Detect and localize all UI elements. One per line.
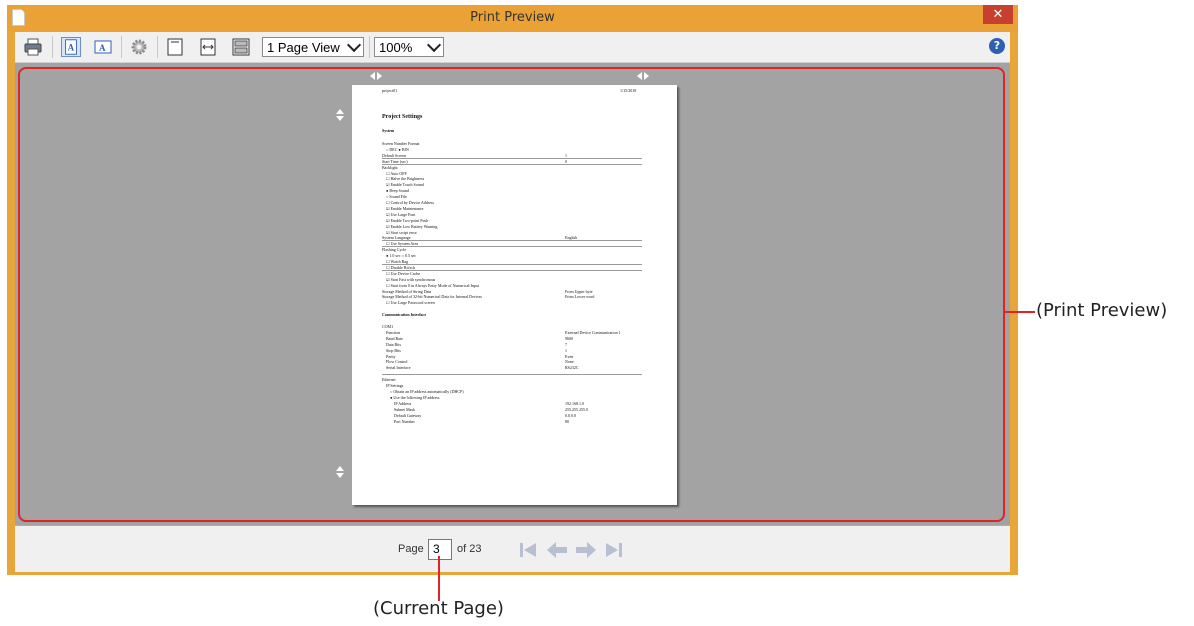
previous-page-icon[interactable]: [545, 540, 569, 560]
zoom-select[interactable]: 100%: [374, 37, 444, 57]
chevron-down-icon: [426, 37, 442, 53]
page-label: Page: [398, 543, 424, 555]
page-leader-line: [438, 556, 440, 601]
settings-icon[interactable]: [129, 37, 149, 57]
toolbar: A A 1 Page View 100% ?: [15, 32, 1010, 63]
preview-leader-line: [1005, 311, 1035, 313]
view-select-value: 1 Page View: [267, 40, 340, 55]
preview-highlight: [18, 67, 1005, 522]
print-icon[interactable]: [23, 37, 43, 57]
title-bar[interactable]: Print Preview ✕: [7, 5, 1018, 31]
last-page-icon[interactable]: [604, 540, 624, 560]
multipage-icon[interactable]: [231, 37, 251, 57]
landscape-icon[interactable]: A: [93, 37, 113, 57]
svg-text:A: A: [68, 43, 75, 53]
annotation-current-page: (Current Page): [373, 598, 504, 619]
fit-width-icon[interactable]: [198, 37, 218, 57]
current-page-input[interactable]: 3: [428, 539, 452, 560]
chevron-down-icon: [346, 37, 362, 53]
close-button[interactable]: ✕: [983, 5, 1013, 24]
first-page-icon[interactable]: [518, 540, 538, 560]
window-title: Print Preview: [470, 10, 555, 25]
page-count: of 23: [457, 543, 482, 555]
fit-page-icon[interactable]: [165, 37, 185, 57]
pager-bar: [15, 526, 1010, 572]
next-page-icon[interactable]: [574, 540, 598, 560]
portrait-icon[interactable]: A: [61, 37, 81, 57]
svg-text:A: A: [99, 43, 106, 53]
view-select[interactable]: 1 Page View: [262, 37, 364, 57]
help-icon[interactable]: ?: [989, 38, 1005, 54]
annotation-print-preview: (Print Preview): [1036, 300, 1168, 321]
zoom-select-value: 100%: [379, 40, 413, 55]
